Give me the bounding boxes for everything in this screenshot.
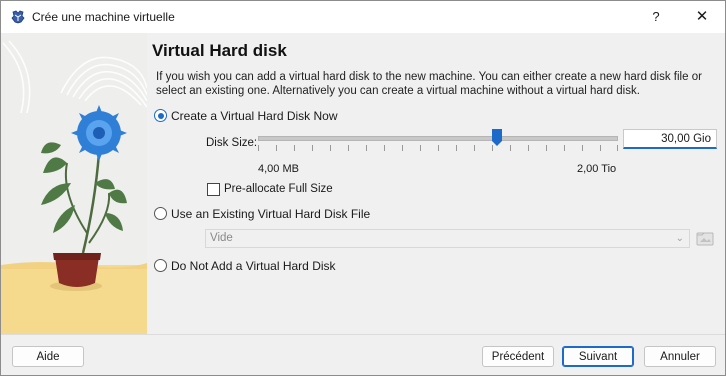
flower-illustration <box>1 33 147 334</box>
preallocate-label[interactable]: Pre-allocate Full Size <box>224 183 333 195</box>
help-title-button[interactable]: ? <box>633 1 679 33</box>
close-button[interactable]: ✕ <box>679 1 725 33</box>
existing-disk-radio[interactable] <box>154 207 167 220</box>
title-bar: Crée une machine virtuelle ? ✕ <box>1 1 725 33</box>
dialog-window: Crée une machine virtuelle ? ✕ Virtual H… <box>0 0 726 376</box>
chevron-down-icon: ⌄ <box>675 233 684 244</box>
disk-size-slider-handle[interactable] <box>492 129 502 146</box>
next-button[interactable]: Suivant <box>562 346 634 367</box>
create-disk-radio[interactable] <box>154 109 167 122</box>
disk-size-input[interactable]: 30,00 Gio <box>623 129 717 149</box>
help-button[interactable]: Aide <box>12 346 84 367</box>
wizard-illustration <box>1 33 147 334</box>
browse-folder-icon[interactable] <box>696 229 714 247</box>
disk-size-min-label: 4,00 MB <box>258 163 299 175</box>
no-disk-radio[interactable] <box>154 259 167 272</box>
cancel-button[interactable]: Annuler <box>644 346 716 367</box>
existing-disk-select-value: Vide <box>210 232 233 244</box>
no-disk-label[interactable]: Do Not Add a Virtual Hard Disk <box>171 259 336 273</box>
existing-disk-select: Vide ⌄ <box>205 229 690 248</box>
create-disk-label[interactable]: Create a Virtual Hard Disk Now <box>171 109 338 123</box>
disk-size-label: Disk Size: <box>206 137 258 149</box>
button-bar: Aide Précédent Suivant Annuler <box>1 334 725 375</box>
virtualbox-icon <box>11 10 25 24</box>
back-button[interactable]: Précédent <box>482 346 554 367</box>
page-title: Virtual Hard disk <box>152 41 287 60</box>
existing-disk-label[interactable]: Use an Existing Virtual Hard Disk File <box>171 207 370 221</box>
disk-size-max-label: 2,00 Tio <box>577 163 617 175</box>
page-description: If you wish you can add a virtual hard d… <box>156 71 702 97</box>
slider-ticks <box>258 145 618 151</box>
wizard-content: Virtual Hard disk If you wish you can ad… <box>147 33 725 334</box>
preallocate-checkbox[interactable] <box>207 183 220 196</box>
window-title: Crée une machine virtuelle <box>32 10 175 24</box>
disk-size-slider-track[interactable] <box>258 136 618 141</box>
